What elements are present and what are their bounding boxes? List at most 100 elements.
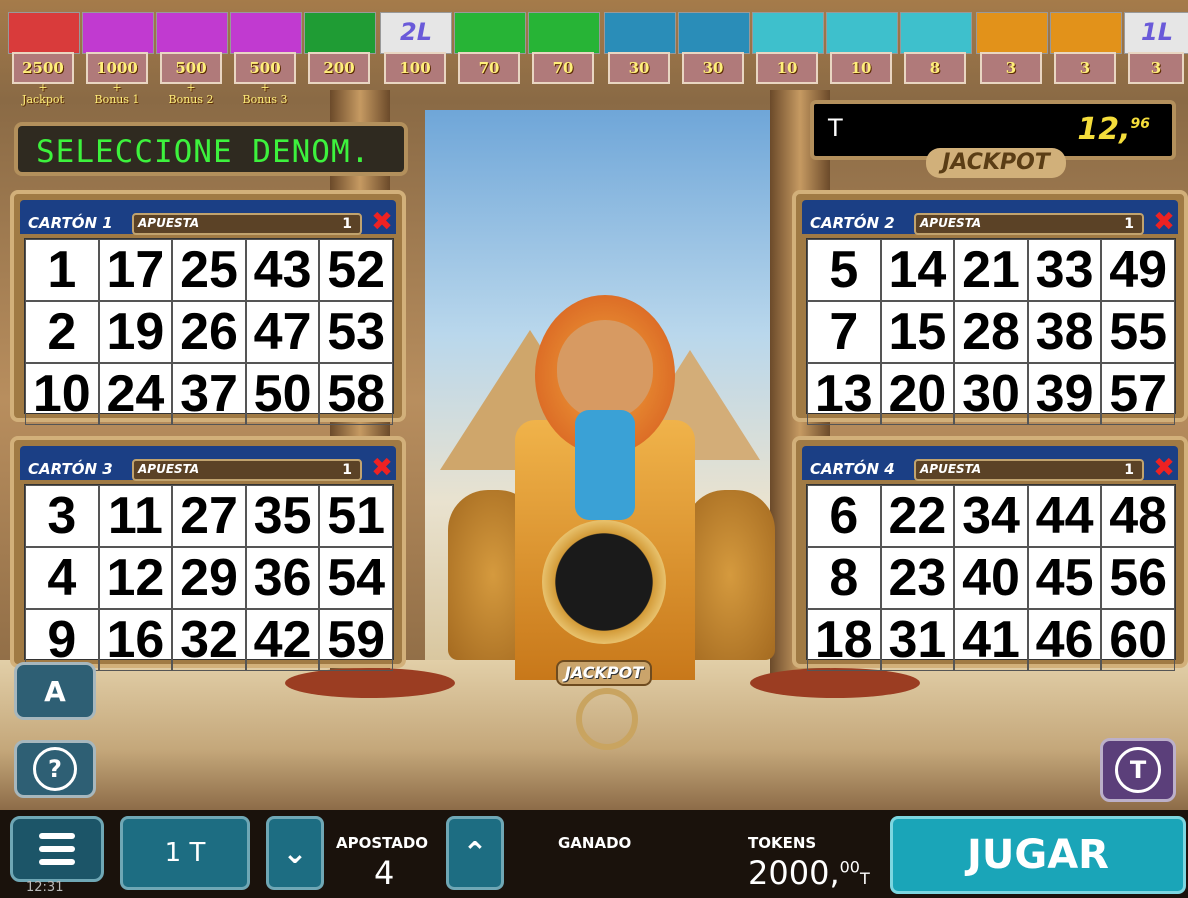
card-number: 45 (1027, 547, 1102, 609)
card-number: 25 (172, 239, 246, 301)
remove-card-icon[interactable]: ✖ (1152, 209, 1176, 235)
token-icon: T (1115, 747, 1161, 793)
card-number: 36 (245, 547, 320, 609)
auto-refresh-icon: A (44, 674, 66, 708)
bingo-card[interactable]: CARTÓN 1 APUESTA 1 ✖ 1 17 25 43 52 2 19 26 47 53 10 24 3… (10, 190, 406, 425)
prize-value: 3 (1054, 52, 1116, 84)
display-message: SELECCIONE DENOM. (36, 134, 371, 170)
tokens-label: TOKENS (748, 834, 817, 852)
card-number: 57 (1101, 363, 1175, 425)
jackpot-label: JACKPOT (926, 148, 1066, 178)
paytable-entry: 500 + Bonus 2 (156, 12, 228, 106)
paytable-entry: 30 (604, 12, 676, 102)
paytable-entry: 10 (826, 12, 898, 102)
bingo-card[interactable]: CARTÓN 4 APUESTA 1 ✖ 6 22 34 44 48 8 23 40 45 56 18 31 4… (792, 436, 1188, 671)
ball-drum (542, 520, 666, 644)
card-number: 38 (1027, 301, 1102, 363)
card-number: 3 (25, 485, 99, 547)
pattern-icon (900, 12, 972, 54)
prize-value: 3 (980, 52, 1042, 84)
card-bet: APUESTA 1 (132, 213, 362, 235)
denomination-button[interactable]: 1 T (120, 816, 250, 890)
card-number: 41 (954, 609, 1028, 671)
card-number: 30 (954, 363, 1028, 425)
bet-increase-button[interactable]: ⌃ (446, 816, 504, 890)
card-number: 6 (807, 485, 881, 547)
pattern-icon (8, 12, 80, 54)
card-number: 60 (1101, 609, 1175, 671)
prize-value: 70 (532, 52, 594, 84)
card-number: 2 (25, 301, 99, 363)
card-name: CARTÓN 4 (810, 460, 895, 478)
paytable-entry: 1000 + Bonus 1 (82, 12, 154, 106)
card-grid: 1 17 25 43 52 2 19 26 47 53 10 24 37 50 58 (24, 238, 394, 425)
card-number: 10 (25, 363, 99, 425)
bet-value: 4 (374, 854, 395, 892)
card-number: 49 (1101, 239, 1175, 301)
pattern-icon (1050, 12, 1122, 54)
pattern-icon (976, 12, 1048, 54)
prize-bonus: + Bonus 1 (94, 81, 140, 106)
prize-value: 3 (1128, 52, 1184, 84)
remove-card-icon[interactable]: ✖ (370, 209, 394, 235)
prize-value: 200 (308, 52, 370, 84)
prize-bonus: + Bonus 3 (242, 81, 288, 106)
card-number: 47 (245, 301, 320, 363)
pattern-icon (304, 12, 376, 54)
card-number: 46 (1027, 609, 1102, 671)
pattern-icon (156, 12, 228, 54)
menu-button[interactable] (10, 816, 104, 882)
tokens-value: 2000,00T (748, 854, 870, 892)
paytable-entry: 200 (304, 12, 376, 102)
paytable-entry: 8 (900, 12, 972, 102)
card-bet: APUESTA 1 (132, 459, 362, 481)
card-number: 11 (98, 485, 173, 547)
pattern-icon (528, 12, 600, 54)
pattern-icon: 2L (380, 12, 452, 54)
card-number: 37 (172, 363, 246, 425)
paytable-entry: 3 (1050, 12, 1122, 102)
help-button[interactable]: ? (14, 740, 96, 798)
card-number: 21 (954, 239, 1028, 301)
card-number: 23 (880, 547, 955, 609)
card-number: 1 (25, 239, 99, 301)
pattern-icon (454, 12, 526, 54)
card-number: 27 (172, 485, 246, 547)
card-number: 16 (98, 609, 173, 671)
prize-bonus: + Jackpot (22, 81, 64, 106)
bingo-card[interactable]: CARTÓN 3 APUESTA 1 ✖ 3 11 27 35 51 4 12 29 36 54 9 16 32… (10, 436, 406, 671)
clock: 12:31 (26, 880, 64, 895)
card-name: CARTÓN 3 (28, 460, 113, 478)
leopard-right (685, 490, 775, 660)
queen-body (575, 410, 635, 520)
pattern-icon: 1L (1124, 12, 1188, 54)
remove-card-icon[interactable]: ✖ (370, 455, 394, 481)
card-number: 34 (954, 485, 1028, 547)
tokens-button[interactable]: T (1100, 738, 1176, 802)
card-name: CARTÓN 1 (28, 214, 113, 232)
prize-value: 10 (756, 52, 818, 84)
pillar-base (285, 668, 455, 698)
card-number: 35 (245, 485, 320, 547)
hamburger-icon (39, 833, 75, 839)
card-grid: 5 14 21 33 49 7 15 28 38 55 13 20 30 39 57 (806, 238, 1176, 425)
card-number: 42 (245, 609, 320, 671)
play-button[interactable]: JUGAR (890, 816, 1186, 894)
card-number: 40 (954, 547, 1028, 609)
bet-decrease-button[interactable]: ⌄ (266, 816, 324, 890)
pattern-icon (230, 12, 302, 54)
bingo-card[interactable]: CARTÓN 2 APUESTA 1 ✖ 5 14 21 33 49 7 15 28 38 55 13 20 3… (792, 190, 1188, 425)
paytable-entry: 2500 + Jackpot (8, 12, 80, 106)
pattern-icon (678, 12, 750, 54)
question-icon: ? (33, 747, 77, 791)
card-number: 12 (98, 547, 173, 609)
card-number: 43 (245, 239, 320, 301)
paytable-entry: 70 (454, 12, 526, 102)
card-number: 29 (172, 547, 246, 609)
card-number: 56 (1101, 547, 1175, 609)
card-bet: APUESTA 1 (914, 459, 1144, 481)
card-number: 24 (98, 363, 173, 425)
card-bet: APUESTA 1 (914, 213, 1144, 235)
remove-card-icon[interactable]: ✖ (1152, 455, 1176, 481)
auto-play-button[interactable]: A (14, 662, 96, 720)
